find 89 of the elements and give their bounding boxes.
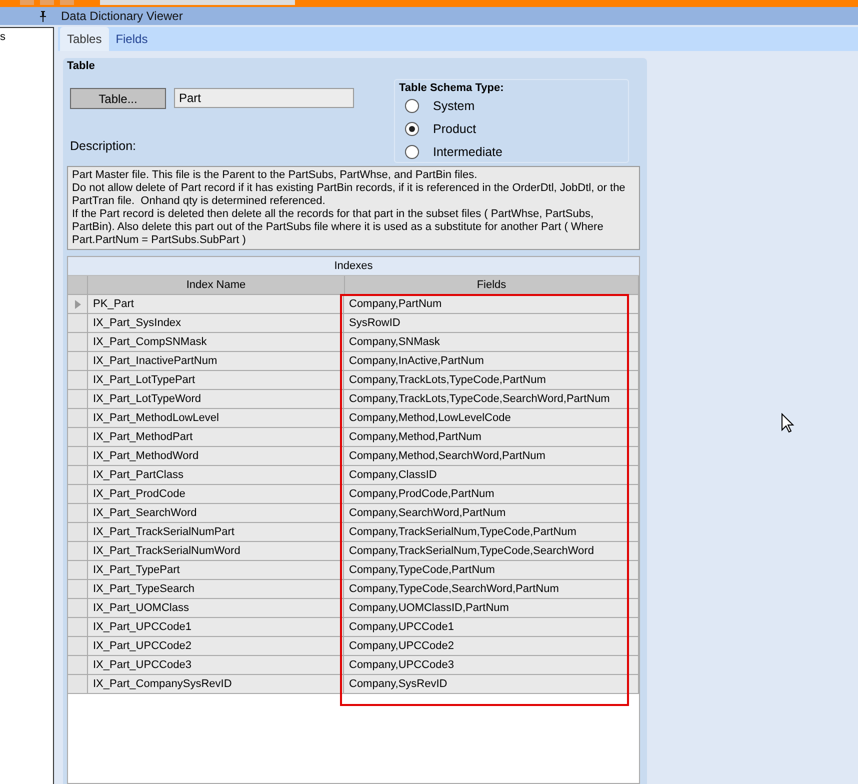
radio-button[interactable] (405, 122, 419, 136)
radio-label: Intermediate (433, 144, 502, 158)
table-cell: IX_Part_UOMClass (88, 599, 344, 618)
description-label: Description: (70, 139, 137, 153)
row-header[interactable] (68, 390, 88, 409)
row-header[interactable] (68, 371, 88, 390)
table-cell: Company,Method,LowLevelCode (344, 409, 639, 428)
column-header[interactable]: Index Name (88, 276, 345, 295)
table-cell: IX_Part_LotTypePart (88, 371, 344, 390)
window-title: Data Dictionary Viewer (61, 9, 183, 23)
row-header[interactable] (68, 314, 88, 333)
row-header[interactable] (68, 485, 88, 504)
table-cell: IX_Part_MethodLowLevel (88, 409, 344, 428)
table-cell: IX_Part_CompSNMask (88, 333, 344, 352)
toolbar-icon[interactable] (40, 0, 54, 5)
mouse-cursor-icon (781, 413, 795, 433)
row-header[interactable] (68, 295, 88, 314)
side-panel-text: s (0, 30, 6, 43)
table-cell: IX_Part_UPCCode3 (88, 656, 344, 675)
row-header[interactable] (68, 428, 88, 447)
schema-type-title: Table Schema Type: (399, 82, 505, 94)
table-cell: Company,SNMask (344, 333, 639, 352)
column-header[interactable]: Fields (345, 276, 639, 295)
row-pointer-icon (74, 300, 80, 308)
table-cell: IX_Part_TypePart (88, 561, 344, 580)
table-cell: IX_Part_PartClass (88, 466, 344, 485)
row-header[interactable] (68, 466, 88, 485)
row-header[interactable] (68, 447, 88, 466)
row-header[interactable] (68, 504, 88, 523)
table-cell: Company,InActive,PartNum (344, 352, 639, 371)
table-cell: Company,UPCCode3 (344, 656, 639, 675)
radio-label: Product (433, 122, 476, 136)
row-header[interactable] (68, 561, 88, 580)
row-header[interactable] (68, 599, 88, 618)
table-cell: IX_Part_TrackSerialNumWord (88, 542, 344, 561)
row-header[interactable] (68, 580, 88, 599)
table-name-field[interactable]: Part (174, 88, 354, 108)
table-cell: Company,Method,SearchWord,PartNum (344, 447, 639, 466)
row-header[interactable] (68, 675, 88, 694)
table-cell: Company,ClassID (344, 466, 639, 485)
row-header[interactable] (68, 352, 88, 371)
table-cell: IX_Part_UPCCode1 (88, 618, 344, 637)
group-title: Table (67, 60, 96, 72)
table-cell: IX_Part_UPCCode2 (88, 637, 344, 656)
toolbar-field[interactable] (100, 0, 295, 5)
table-cell: Company,TrackLots,TypeCode,SearchWord,PartNum (344, 390, 639, 409)
tab[interactable]: Tables (60, 27, 109, 51)
table-cell: PK_Part (88, 295, 344, 314)
row-header[interactable] (68, 409, 88, 428)
table-cell: Company,SysRevID (344, 675, 639, 694)
table-cell: Company,TypeCode,SearchWord,PartNum (344, 580, 639, 599)
tab[interactable]: Fields (108, 28, 155, 51)
table-cell: SysRowID (344, 314, 639, 333)
row-header[interactable] (68, 542, 88, 561)
table-cell: IX_Part_SearchWord (88, 504, 344, 523)
row-header[interactable] (68, 333, 88, 352)
toolbar-icon[interactable] (60, 0, 74, 5)
table-cell: IX_Part_TrackSerialNumPart (88, 523, 344, 542)
row-header[interactable] (68, 637, 88, 656)
table-cell: IX_Part_InactivePartNum (88, 352, 344, 371)
table-cell: Company,ProdCode,PartNum (344, 485, 639, 504)
pin-icon[interactable] (38, 10, 48, 22)
row-header[interactable] (68, 618, 88, 637)
table-cell: IX_Part_LotTypeWord (88, 390, 344, 409)
grid-caption: Indexes (68, 257, 639, 276)
table-cell: IX_Part_SysIndex (88, 314, 344, 333)
table-cell: IX_Part_MethodPart (88, 428, 344, 447)
table-cell: Company,PartNum (344, 295, 639, 314)
row-header[interactable] (68, 523, 88, 542)
table-cell: IX_Part_TypeSearch (88, 580, 344, 599)
table-cell: IX_Part_MethodWord (88, 447, 344, 466)
table-cell: IX_Part_CompanySysRevID (88, 675, 344, 694)
table-cell: Company,TrackSerialNum,TypeCode,PartNum (344, 523, 639, 542)
row-header[interactable] (68, 656, 88, 675)
toolbar-icon[interactable] (20, 0, 34, 5)
table-cell: Company,Method,PartNum (344, 428, 639, 447)
table-cell: Company,UOMClassID,PartNum (344, 599, 639, 618)
radio-button[interactable] (405, 144, 419, 158)
table-cell: Company,UPCCode2 (344, 637, 639, 656)
table-button[interactable]: Table... (70, 88, 166, 109)
table-cell: Company,TrackSerialNum,TypeCode,SearchWord (344, 542, 639, 561)
description-text: Part Master file. This file is the Parent to the PartSubs, PartWhse, and PartBin files. Do not allow delete of Part record if it has existing PartBin records, if it is referenced in the OrderDtl, JobDtl, or the PartTran file. Onhand qty is determined referenced. If the Part record is deleted then delete all the records for that part in the subset files ( PartWhse, PartSubs, PartBin). Also delete this part out of the PartSubs file where it is used as a substitute for another Part ( Where Part.PartNum = PartSubs.SubPart ) (67, 166, 640, 250)
table-cell: Company,UPCCode1 (344, 618, 639, 637)
radio-button[interactable] (405, 98, 419, 112)
table-cell: Company,TypeCode,PartNum (344, 561, 639, 580)
table-cell: Company,TrackLots,TypeCode,PartNum (344, 371, 639, 390)
table-cell: IX_Part_ProdCode (88, 485, 344, 504)
radio-label: System (433, 98, 475, 112)
table-cell: Company,SearchWord,PartNum (344, 504, 639, 523)
